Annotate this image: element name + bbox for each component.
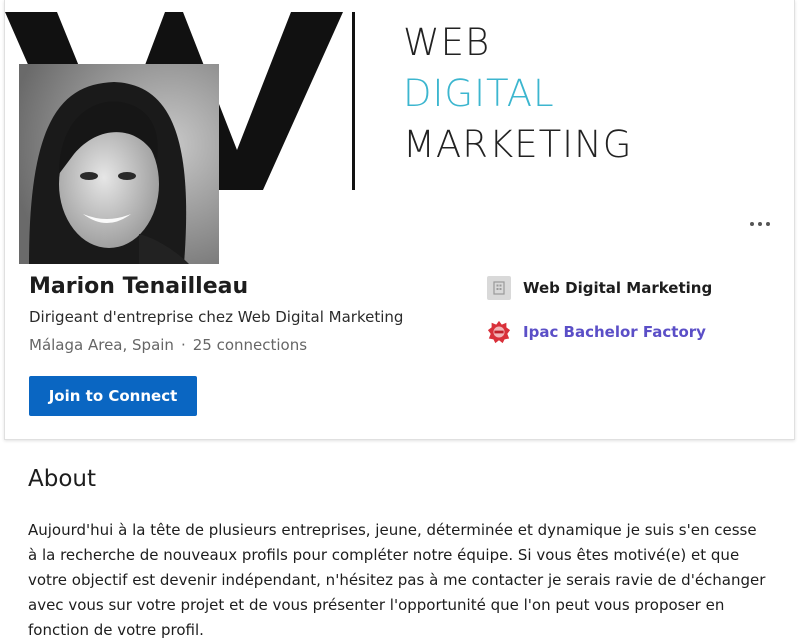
meta-separator: · [180, 336, 186, 354]
profile-location: Málaga Area, Spain [29, 336, 174, 354]
cover-text-marketing: MARKETING [403, 123, 633, 166]
profile-photo-image [19, 64, 219, 264]
about-heading: About [28, 466, 97, 492]
more-horizontal-icon-dot [766, 222, 770, 226]
profile-connections: 25 connections [192, 336, 308, 354]
cover-text-web: WEB [403, 21, 491, 64]
org-name-school[interactable]: Ipac Bachelor Factory [523, 323, 706, 341]
cover-divider [352, 12, 355, 190]
about-text: Aujourd'hui à la tête de plusieurs entre… [28, 521, 766, 639]
profile-top-card: WEB DIGITAL MARKETING Marion Tenailleau … [4, 0, 795, 440]
org-current-company[interactable]: Web Digital Marketing [487, 276, 712, 300]
more-horizontal-icon-dot [750, 222, 754, 226]
join-to-connect-button[interactable]: Join to Connect [29, 376, 197, 416]
school-badge-icon [487, 320, 511, 344]
org-name-company[interactable]: Web Digital Marketing [523, 279, 712, 297]
profile-name: Marion Tenailleau [29, 274, 249, 299]
more-options-button[interactable] [745, 212, 775, 236]
org-education[interactable]: Ipac Bachelor Factory [487, 320, 706, 344]
profile-headline: Dirigeant d'entreprise chez Web Digital … [29, 308, 404, 326]
profile-photo[interactable] [19, 64, 219, 264]
cover-text-digital: DIGITAL [403, 72, 555, 115]
profile-meta: Málaga Area, Spain · 25 connections [29, 336, 307, 354]
company-building-icon [487, 276, 511, 300]
more-horizontal-icon-dot [758, 222, 762, 226]
